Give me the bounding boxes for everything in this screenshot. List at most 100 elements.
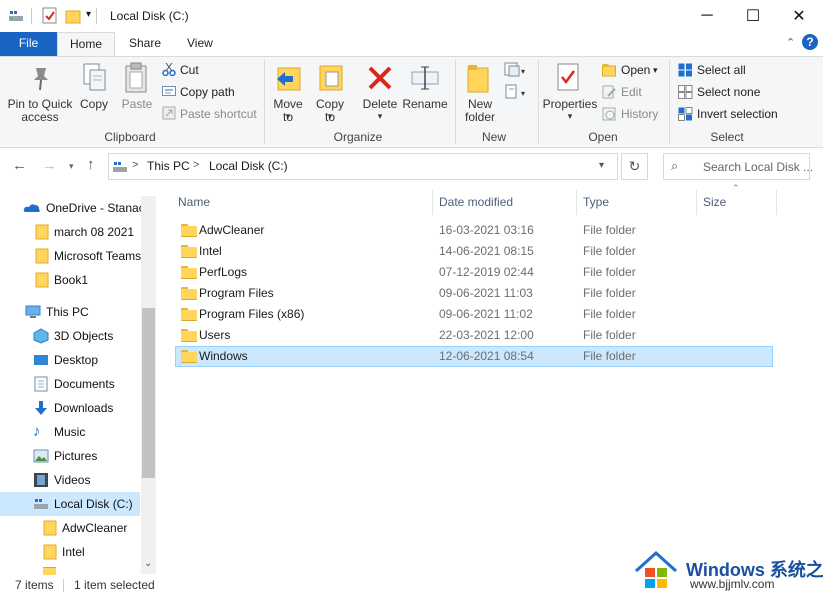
nav-item-documents[interactable]: Documents bbox=[0, 372, 140, 396]
select-all-button[interactable]: Select all bbox=[697, 61, 746, 79]
breadcrumb-this-pc[interactable]: This PC bbox=[147, 159, 190, 173]
column-divider[interactable] bbox=[696, 190, 697, 215]
file-type: File folder bbox=[583, 328, 636, 342]
file-row[interactable]: AdwCleaner 16-03-2021 03:16 File folder bbox=[175, 220, 773, 241]
group-separator bbox=[455, 60, 456, 144]
nav-item-local-disk[interactable]: Local Disk (C:) bbox=[0, 492, 140, 516]
breadcrumb-separator[interactable]: > bbox=[193, 159, 199, 171]
film-icon bbox=[33, 472, 49, 488]
tab-file[interactable]: File bbox=[0, 32, 57, 56]
easy-access-icon[interactable]: ▾ bbox=[504, 84, 528, 100]
file-row[interactable]: PerfLogs 07-12-2019 02:44 File folder bbox=[175, 262, 773, 283]
rename-button[interactable]: Rename bbox=[402, 98, 448, 111]
nav-item-intel[interactable]: Intel bbox=[0, 540, 140, 564]
properties-icon bbox=[556, 62, 582, 94]
file-type: File folder bbox=[583, 307, 636, 321]
nav-item-music[interactable]: ♪ Music bbox=[0, 420, 140, 444]
nav-item-downloads[interactable]: Downloads bbox=[0, 396, 140, 420]
minimize-button[interactable]: ─ bbox=[684, 0, 730, 32]
copy-path-button[interactable]: Copy path bbox=[180, 83, 235, 101]
help-icon[interactable]: ? bbox=[802, 34, 818, 50]
column-header-date[interactable]: Date modified bbox=[439, 190, 513, 215]
onedrive-icon bbox=[23, 200, 40, 216]
pin-quick-access-button[interactable]: Pin to Quick access bbox=[4, 98, 76, 124]
column-header-type[interactable]: Type bbox=[583, 190, 609, 215]
move-to-dropdown-icon[interactable]: ▾ bbox=[268, 110, 308, 123]
properties-dropdown-icon[interactable]: ▾ bbox=[540, 110, 600, 123]
forward-arrow-icon[interactable]: → bbox=[42, 157, 57, 174]
file-row-selected[interactable]: Windows 12-06-2021 08:54 File folder bbox=[175, 346, 773, 367]
breadcrumb-separator[interactable]: > bbox=[132, 159, 138, 171]
nav-scrollbar-thumb[interactable] bbox=[142, 308, 155, 478]
window-title: Local Disk (C:) bbox=[110, 9, 189, 23]
new-folder-button[interactable]: New folder bbox=[458, 98, 502, 124]
music-note-icon: ♪ bbox=[33, 423, 41, 440]
paste-button[interactable]: Paste bbox=[118, 98, 156, 111]
watermark-logo bbox=[634, 550, 678, 591]
folder-icon bbox=[181, 224, 197, 237]
status-divider bbox=[63, 579, 64, 592]
folder-icon bbox=[35, 272, 51, 288]
new-item-icon[interactable]: ▾ bbox=[504, 62, 528, 78]
status-item-count: 7 items bbox=[15, 578, 54, 592]
tab-home[interactable]: Home bbox=[57, 32, 115, 57]
folder-icon bbox=[43, 520, 59, 536]
column-header-size[interactable]: Size bbox=[703, 190, 726, 215]
history-button[interactable]: History bbox=[621, 105, 658, 123]
invert-selection-button[interactable]: Invert selection bbox=[697, 105, 778, 123]
edit-button[interactable]: Edit bbox=[621, 83, 642, 101]
nav-item-3d-objects[interactable]: 3D Objects bbox=[0, 324, 140, 348]
computer-icon bbox=[25, 304, 41, 320]
sort-ascending-icon: ⌃ bbox=[732, 183, 740, 193]
column-divider[interactable] bbox=[432, 190, 433, 215]
cut-button[interactable]: Cut bbox=[180, 61, 199, 79]
new-folder-quick-icon[interactable] bbox=[65, 8, 81, 24]
copy-button[interactable]: Copy bbox=[76, 98, 112, 111]
nav-item-videos[interactable]: Videos bbox=[0, 468, 140, 492]
customize-toolbar-icon[interactable]: ▾ bbox=[86, 9, 91, 20]
file-row[interactable]: Program Files (x86) 09-06-2021 11:02 Fil… bbox=[175, 304, 773, 325]
file-name: AdwCleaner bbox=[199, 223, 265, 237]
select-none-button[interactable]: Select none bbox=[697, 83, 760, 101]
address-dropdown-icon[interactable]: ▾ bbox=[599, 160, 604, 171]
tab-share[interactable]: Share bbox=[119, 32, 171, 56]
paste-shortcut-button[interactable]: Paste shortcut bbox=[180, 105, 257, 123]
column-divider[interactable] bbox=[776, 190, 777, 215]
scroll-down-icon[interactable]: ⌄ bbox=[144, 558, 152, 569]
properties-quick-icon[interactable] bbox=[42, 7, 58, 24]
tab-view[interactable]: View bbox=[177, 32, 223, 56]
column-header-name[interactable]: Name bbox=[178, 190, 210, 215]
nav-item-this-pc[interactable]: This PC bbox=[0, 300, 140, 324]
nav-item-pictures[interactable]: Pictures bbox=[0, 444, 140, 468]
desktop-icon bbox=[33, 352, 49, 368]
nav-item-book1[interactable]: Book1 bbox=[0, 268, 140, 292]
collapse-ribbon-icon[interactable]: ⌃ bbox=[786, 36, 795, 49]
watermark-url: www.bjjmlv.com bbox=[690, 577, 775, 591]
copy-to-dropdown-icon[interactable]: ▾ bbox=[310, 110, 350, 123]
nav-item-label: march 08 2021 bbox=[54, 225, 135, 239]
maximize-button[interactable]: ☐ bbox=[730, 0, 776, 32]
nav-item-desktop[interactable]: Desktop bbox=[0, 348, 140, 372]
nav-item-onedrive[interactable]: OneDrive - Stanac bbox=[0, 196, 145, 220]
nav-item-teams[interactable]: Microsoft Teams bbox=[0, 244, 141, 268]
breadcrumb-local-disk[interactable]: Local Disk (C:) bbox=[209, 159, 288, 173]
delete-dropdown-icon[interactable]: ▾ bbox=[360, 110, 400, 123]
back-arrow-icon[interactable]: ← bbox=[12, 157, 27, 174]
nav-item-march[interactable]: march 08 2021 bbox=[0, 220, 140, 244]
nav-item-adwcleaner[interactable]: AdwCleaner bbox=[0, 516, 140, 540]
column-divider[interactable] bbox=[576, 190, 577, 215]
nav-item-label: AdwCleaner bbox=[62, 521, 128, 535]
nav-item-label: Pictures bbox=[54, 449, 98, 463]
search-input[interactable]: Search Local Disk ... bbox=[703, 160, 813, 174]
close-button[interactable]: ✕ bbox=[776, 0, 822, 32]
open-button[interactable]: Open bbox=[621, 61, 650, 79]
up-arrow-icon[interactable]: ↑ bbox=[87, 156, 95, 173]
file-row[interactable]: Program Files 09-06-2021 11:03 File fold… bbox=[175, 283, 773, 304]
recent-locations-icon[interactable]: ▾ bbox=[69, 161, 74, 172]
file-row[interactable]: Users 22-03-2021 12:00 File folder bbox=[175, 325, 773, 346]
refresh-button[interactable]: ↻ bbox=[621, 153, 648, 180]
file-row[interactable]: Intel 14-06-2021 08:15 File folder bbox=[175, 241, 773, 262]
open-dropdown-icon[interactable]: ▾ bbox=[653, 61, 658, 79]
paste-shortcut-icon bbox=[162, 106, 176, 120]
file-date: 16-03-2021 03:16 bbox=[439, 223, 534, 237]
